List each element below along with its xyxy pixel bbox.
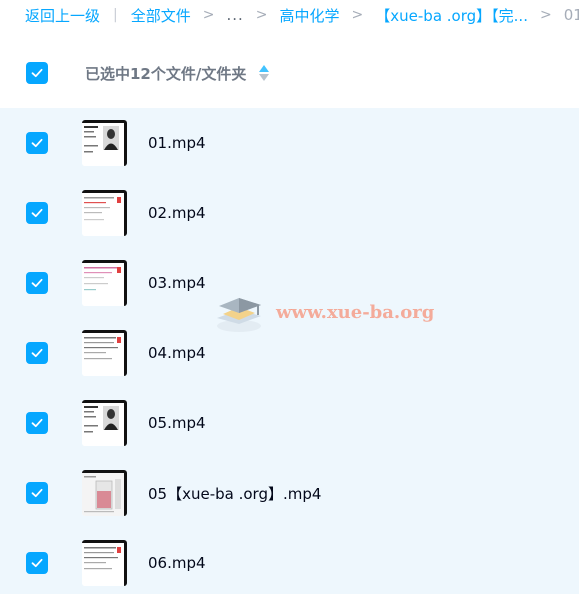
sort-updown-icon[interactable] <box>258 64 270 82</box>
file-row[interactable]: 06.mp4 <box>0 528 579 594</box>
file-row[interactable]: 03.mp4 <box>0 248 579 318</box>
file-list: 01.mp4 02.mp4 03.mp4 04.mp4 05.mp4 05【xue-ba … <box>0 108 579 594</box>
file-checkbox[interactable] <box>26 342 48 364</box>
file-checkbox[interactable] <box>26 552 48 574</box>
video-thumbnail[interactable] <box>82 260 127 306</box>
file-name[interactable]: 05.mp4 <box>148 414 206 432</box>
file-name[interactable]: 04.mp4 <box>148 344 206 362</box>
video-thumbnail[interactable] <box>82 190 127 236</box>
check-icon <box>31 558 43 568</box>
video-thumbnail[interactable] <box>82 400 127 446</box>
video-thumbnail[interactable] <box>82 330 127 376</box>
file-name[interactable]: 03.mp4 <box>148 274 206 292</box>
video-thumbnail[interactable] <box>82 540 127 586</box>
file-row[interactable]: 05.mp4 <box>0 388 579 458</box>
check-icon <box>31 208 43 218</box>
file-name[interactable]: 02.mp4 <box>148 204 206 222</box>
check-icon <box>31 138 43 148</box>
file-row[interactable]: 04.mp4 <box>0 318 579 388</box>
back-link[interactable]: 返回上一级 <box>25 5 100 26</box>
file-checkbox[interactable] <box>26 132 48 154</box>
breadcrumb-separator: > <box>351 7 364 23</box>
breadcrumb: 返回上一级 | 全部文件 > ... > 高中化学 > 【xue-ba .org… <box>0 0 579 30</box>
selection-count-label: 已选中12个文件/文件夹 <box>85 64 247 83</box>
check-icon <box>31 278 43 288</box>
check-icon <box>31 488 43 498</box>
breadcrumb-separator: > <box>539 7 552 23</box>
breadcrumb-folder-chemistry[interactable]: 高中化学 <box>280 5 340 26</box>
file-row[interactable]: 05【xue-ba .org】.mp4 <box>0 458 579 528</box>
file-row[interactable]: 02.mp4 <box>0 178 579 248</box>
check-icon <box>31 418 43 428</box>
file-checkbox[interactable] <box>26 412 48 434</box>
file-name[interactable]: 06.mp4 <box>148 554 206 572</box>
breadcrumb-divider: | <box>113 7 118 23</box>
list-header: 已选中12个文件/文件夹 <box>0 38 579 108</box>
breadcrumb-separator: > <box>255 7 268 23</box>
breadcrumb-separator: > <box>202 7 215 23</box>
video-thumbnail[interactable] <box>82 120 127 166</box>
video-thumbnail[interactable] <box>82 470 127 516</box>
file-checkbox[interactable] <box>26 272 48 294</box>
breadcrumb-folder-xueba[interactable]: 【xue-ba .org】【完... <box>375 5 528 26</box>
all-files-link[interactable]: 全部文件 <box>131 5 191 26</box>
file-name[interactable]: 05【xue-ba .org】.mp4 <box>148 483 321 504</box>
check-icon <box>31 348 43 358</box>
breadcrumb-ellipsis[interactable]: ... <box>226 6 243 24</box>
check-icon <box>31 68 43 78</box>
file-name[interactable]: 01.mp4 <box>148 134 206 152</box>
select-all-checkbox[interactable] <box>26 62 48 84</box>
file-manager-page: 返回上一级 | 全部文件 > ... > 高中化学 > 【xue-ba .org… <box>0 0 579 594</box>
breadcrumb-current: 01 <box>563 6 579 24</box>
file-row[interactable]: 01.mp4 <box>0 108 579 178</box>
file-checkbox[interactable] <box>26 482 48 504</box>
file-checkbox[interactable] <box>26 202 48 224</box>
